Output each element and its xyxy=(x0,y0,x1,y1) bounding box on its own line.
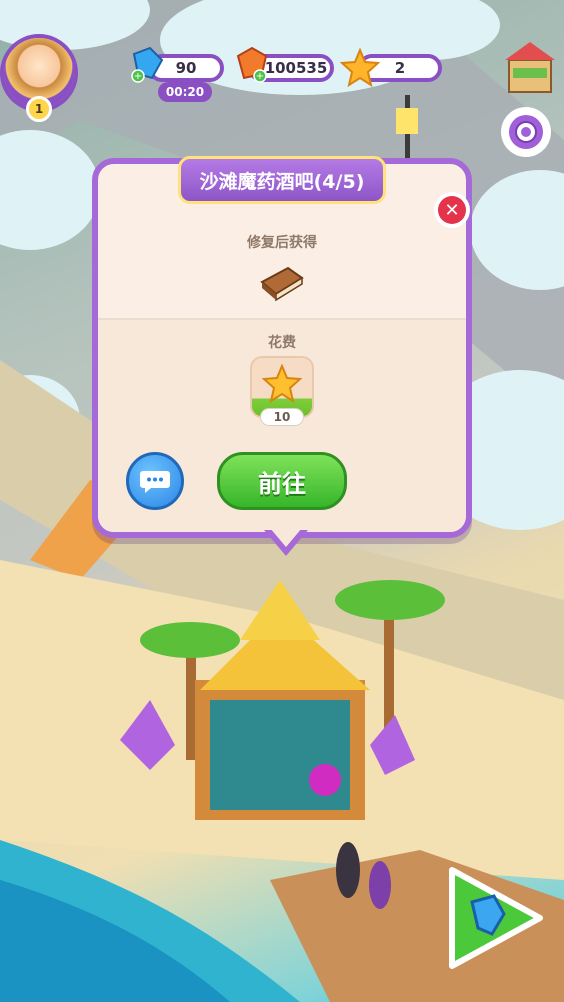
game-scene: 1 90 + 00:20 100535 + 2 沙滩魔药酒吧(4/5) ✕ 修复… xyxy=(0,0,564,1002)
dialog-divider xyxy=(98,318,466,320)
close-button[interactable]: ✕ xyxy=(434,192,470,228)
shop-icon[interactable] xyxy=(503,38,557,96)
star-icon xyxy=(262,364,302,404)
chat-button[interactable] xyxy=(126,452,184,510)
player-level-badge: 1 xyxy=(26,96,52,122)
star-icon xyxy=(340,48,380,88)
cost-label: 花费 xyxy=(268,335,296,351)
play-button[interactable] xyxy=(442,862,546,974)
gem-currency-value: 100535 xyxy=(264,59,328,77)
dialog-pointer-inner xyxy=(270,528,302,547)
dialog-title: 沙滩魔药酒吧(4/5) xyxy=(178,156,386,204)
close-icon: ✕ xyxy=(438,196,466,224)
svg-text:+: + xyxy=(256,71,264,82)
svg-text:+: + xyxy=(134,71,142,82)
cost-amount: 10 xyxy=(260,408,304,426)
gear-icon xyxy=(509,115,543,149)
blue-gem-icon: + xyxy=(131,46,164,83)
energy-timer: 00:20 xyxy=(158,82,212,102)
book-icon xyxy=(260,266,304,302)
settings-button[interactable] xyxy=(501,107,551,157)
reward-label: 修复后获得 xyxy=(247,235,317,251)
star-currency-value: 2 xyxy=(394,59,406,77)
go-button[interactable]: 前往 xyxy=(217,452,347,510)
chat-icon xyxy=(140,471,170,493)
orange-gem-icon: + xyxy=(236,46,268,83)
blue-currency-value: 90 xyxy=(175,59,197,77)
